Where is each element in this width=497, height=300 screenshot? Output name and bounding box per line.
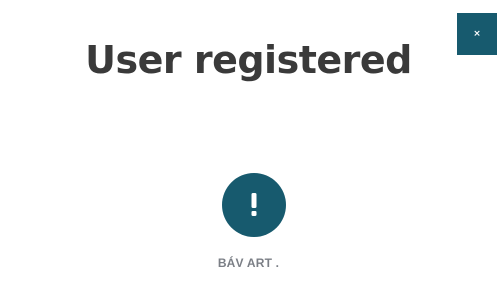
dialog-message: BÁV ART . (217, 256, 280, 270)
dialog-title: User registered (85, 38, 412, 82)
modal-dialog: × User registered BÁV ART . (0, 0, 497, 300)
exclamation-icon (222, 173, 286, 237)
